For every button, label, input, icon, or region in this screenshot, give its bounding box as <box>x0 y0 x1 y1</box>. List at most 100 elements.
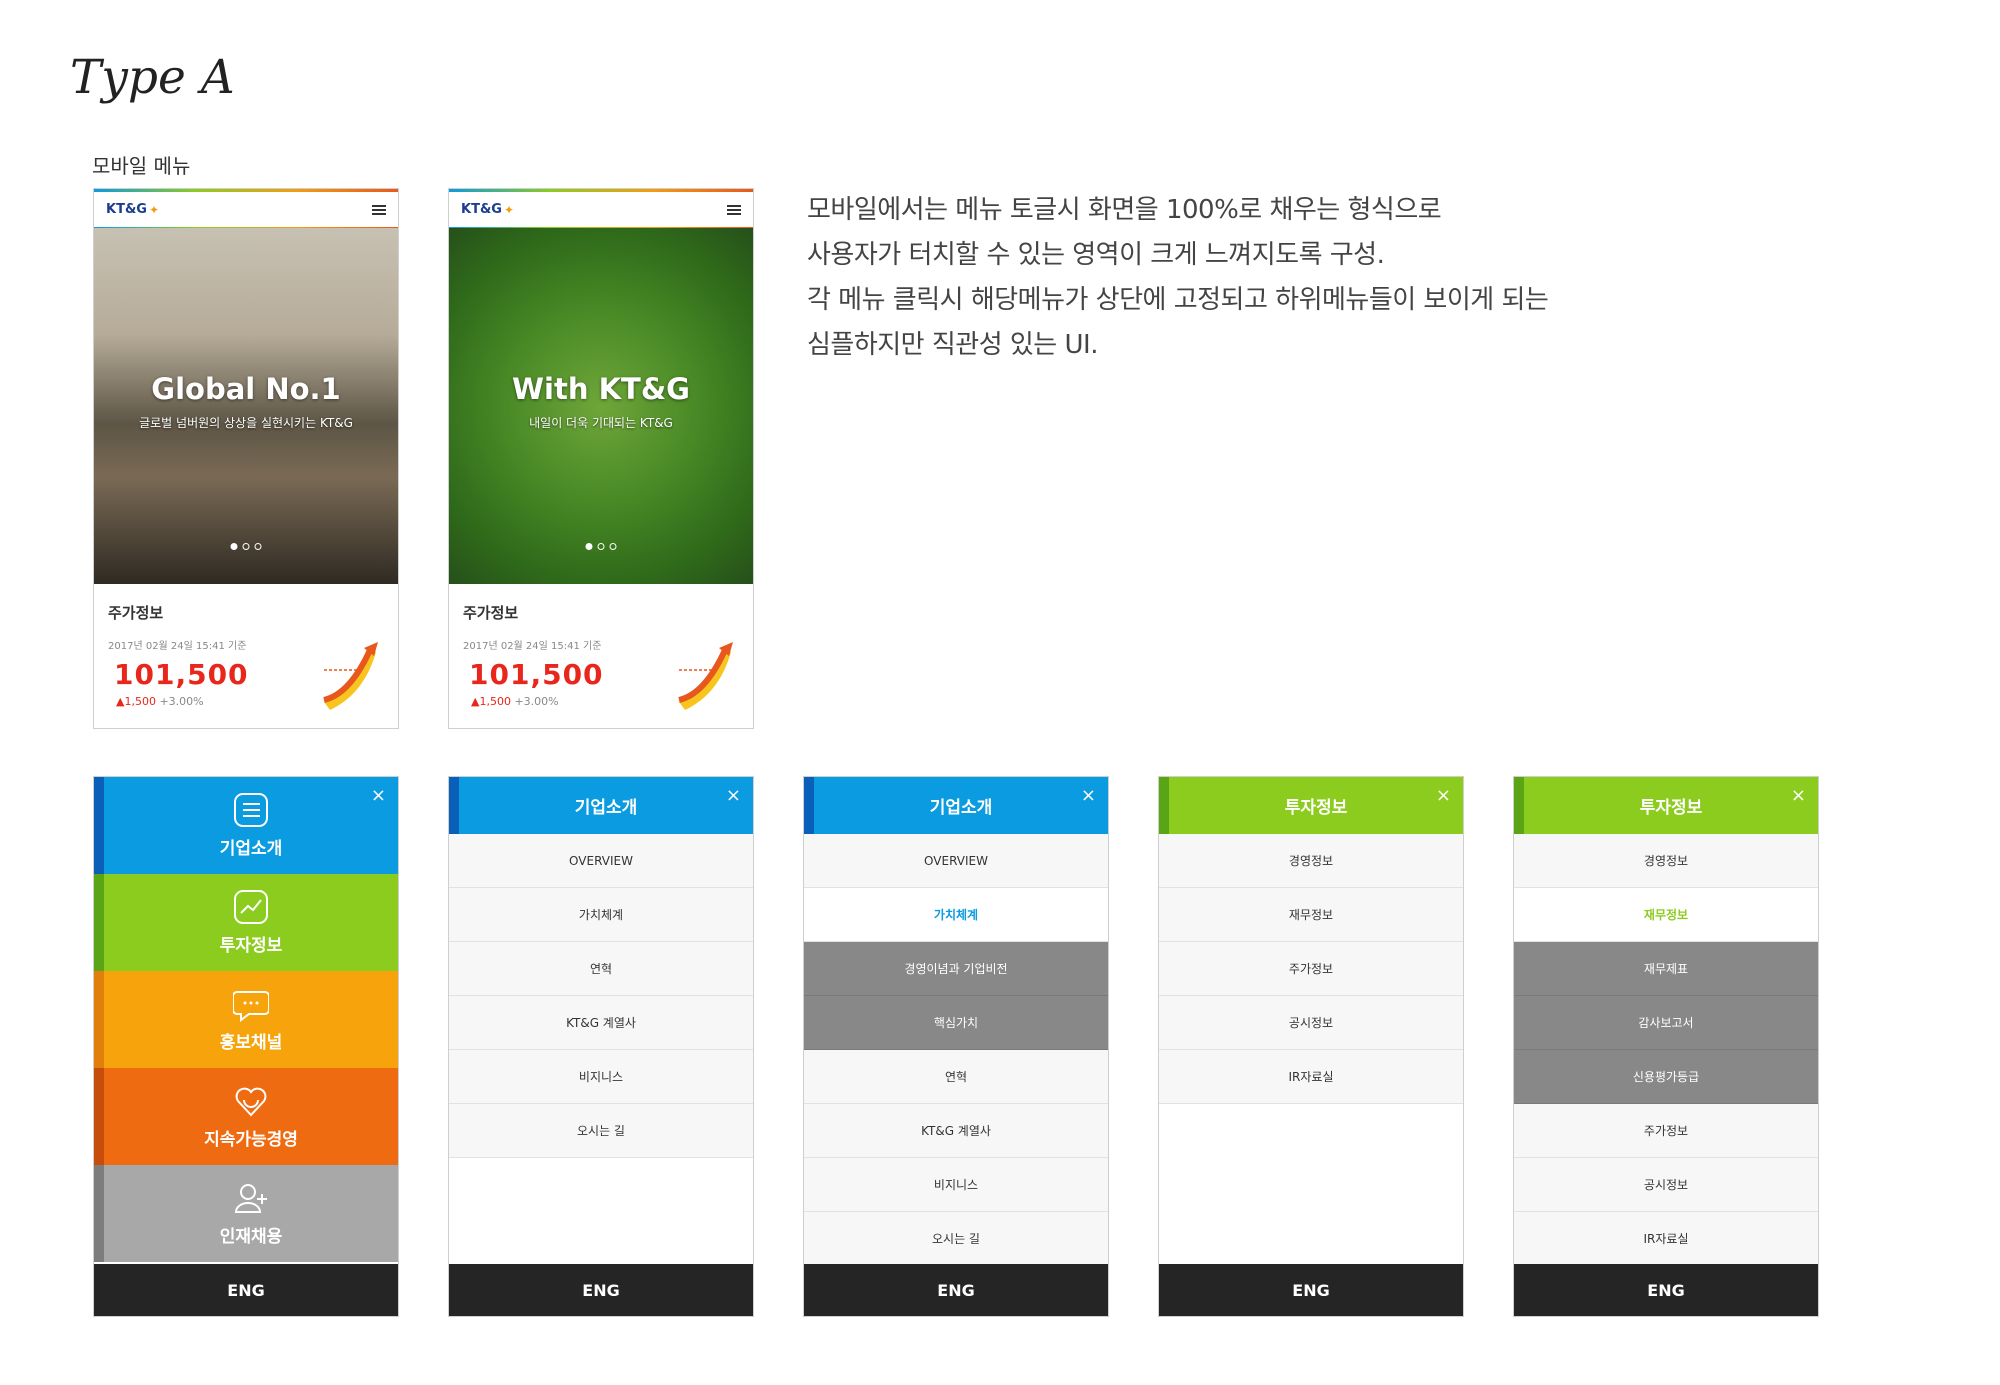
menu-header[interactable]: 투자정보 × <box>1514 777 1818 834</box>
logo-text: KT&G <box>461 202 502 217</box>
carousel-dot[interactable] <box>609 543 617 550</box>
tile-company[interactable]: × 기업소개 <box>94 777 398 874</box>
menu-tiles-panel: × 기업소개 투자정보 홍보채널 지속가능경영 인재채용 ENG <box>93 776 399 1317</box>
description-line: 심플하지만 직관성 있는 UI. <box>807 330 1098 360</box>
tile-investment[interactable]: 투자정보 <box>94 874 398 971</box>
hamburger-menu-icon[interactable] <box>372 204 386 215</box>
carousel-dots[interactable] <box>585 543 617 550</box>
menu-item-active[interactable]: 재무정보 <box>1514 888 1818 942</box>
menu-item[interactable]: 연혁 <box>804 1050 1108 1104</box>
description-line: 각 메뉴 클릭시 해당메뉴가 상단에 고정되고 하위메뉴들이 보이게 되는 <box>807 285 1549 315</box>
phone-mockup-1: KT&G ✦ Global No.1 글로벌 넘버원의 상상을 실현시키는 KT&… <box>93 188 399 729</box>
stock-info[interactable]: 주가정보 2017년 02월 24일 15:41 기준 101,500 ▲1,5… <box>449 584 753 728</box>
menu-item[interactable]: IR자료실 <box>1514 1212 1818 1266</box>
page-title: Type A <box>70 50 235 105</box>
hamburger-menu-icon[interactable] <box>727 204 741 215</box>
tile-label: 기업소개 <box>219 839 283 859</box>
eng-button[interactable]: ENG <box>804 1264 1108 1316</box>
carousel-dot[interactable] <box>585 543 593 550</box>
ktg-logo[interactable]: KT&G ✦ <box>461 202 514 217</box>
tile-label: 인재채용 <box>219 1227 283 1247</box>
menu-item[interactable]: 오시는 길 <box>804 1212 1108 1266</box>
submenu-item[interactable]: 재무제표 <box>1514 942 1818 996</box>
tile-recruit[interactable]: 인재채용 <box>94 1165 398 1262</box>
carousel-dot[interactable] <box>242 543 250 550</box>
menu-header-label: 투자정보 <box>1284 798 1348 818</box>
close-icon[interactable]: × <box>726 785 741 806</box>
eng-button[interactable]: ENG <box>449 1264 753 1316</box>
menu-item[interactable]: 경영정보 <box>1159 834 1463 888</box>
menu-header-label: 투자정보 <box>1639 798 1703 818</box>
menu-header[interactable]: 기업소개 × <box>804 777 1108 834</box>
carousel-dot[interactable] <box>254 543 262 550</box>
submenu-item[interactable]: 신용평가등급 <box>1514 1050 1818 1104</box>
logo-text: KT&G <box>106 202 147 217</box>
stock-change-value: ▲1,500 <box>471 695 511 708</box>
close-icon[interactable]: × <box>1081 785 1096 806</box>
close-icon[interactable]: × <box>1791 785 1806 806</box>
menu-company-expanded-panel: 기업소개 × OVERVIEW 가치체계 경영이념과 기업비전 핵심가치 연혁 … <box>803 776 1109 1317</box>
topbar: KT&G ✦ <box>94 189 398 228</box>
carousel-dot[interactable] <box>230 543 238 550</box>
menu-item[interactable]: 가치체계 <box>449 888 753 942</box>
menu-item[interactable]: OVERVIEW <box>804 834 1108 888</box>
menu-item[interactable]: KT&G 계열사 <box>449 996 753 1050</box>
menu-item[interactable]: 연혁 <box>449 942 753 996</box>
description-line: 사용자가 터치할 수 있는 영역이 크게 느껴지도록 구성. <box>807 240 1385 270</box>
hero-title: Global No.1 <box>151 371 341 406</box>
topbar: KT&G ✦ <box>449 189 753 228</box>
stock-chart-icon <box>678 642 733 710</box>
hero-subtitle: 내일이 더욱 기대되는 KT&G <box>529 415 673 430</box>
menu-item[interactable]: 비지니스 <box>804 1158 1108 1212</box>
chat-bubble-icon <box>233 991 269 1022</box>
menu-item[interactable]: 경영정보 <box>1514 834 1818 888</box>
hero-subtitle: 글로벌 넘버원의 상상을 실현시키는 KT&G <box>139 415 353 430</box>
tile-label: 홍보채널 <box>219 1033 283 1053</box>
description-line: 모바일에서는 메뉴 토글시 화면을 100%로 채우는 형식으로 <box>807 195 1442 225</box>
spark-icon: ✦ <box>503 202 515 217</box>
carousel-dot[interactable] <box>597 543 605 550</box>
menu-item-active[interactable]: 가치체계 <box>804 888 1108 942</box>
spark-icon: ✦ <box>148 202 160 217</box>
tile-sustainability[interactable]: 지속가능경영 <box>94 1068 398 1165</box>
eng-button[interactable]: ENG <box>1159 1264 1463 1316</box>
chart-icon <box>234 890 268 924</box>
hero-banner[interactable]: Global No.1 글로벌 넘버원의 상상을 실현시키는 KT&G <box>94 228 398 584</box>
add-user-icon <box>234 1184 267 1213</box>
menu-company-panel: 기업소개 × OVERVIEW 가치체계 연혁 KT&G 계열사 비지니스 오시… <box>448 776 754 1317</box>
stock-title: 주가정보 <box>463 604 519 622</box>
menu-header-label: 기업소개 <box>929 798 993 818</box>
menu-item[interactable]: 공시정보 <box>1514 1158 1818 1212</box>
menu-item[interactable]: 주가정보 <box>1514 1104 1818 1158</box>
menu-item[interactable]: 주가정보 <box>1159 942 1463 996</box>
submenu-item[interactable]: 경영이념과 기업비전 <box>804 942 1108 996</box>
hero-title: With KT&G <box>512 371 690 406</box>
stock-change-value: ▲1,500 <box>116 695 156 708</box>
menu-item[interactable]: 재무정보 <box>1159 888 1463 942</box>
menu-item[interactable]: OVERVIEW <box>449 834 753 888</box>
menu-item[interactable]: KT&G 계열사 <box>804 1104 1108 1158</box>
tile-pr[interactable]: 홍보채널 <box>94 971 398 1068</box>
eng-button[interactable]: ENG <box>94 1264 398 1316</box>
eng-button[interactable]: ENG <box>1514 1264 1818 1316</box>
ktg-logo[interactable]: KT&G ✦ <box>106 202 159 217</box>
carousel-dots[interactable] <box>230 543 262 550</box>
stock-change-pct: +3.00% <box>159 695 204 708</box>
menu-investment-expanded-panel: 투자정보 × 경영정보 재무정보 재무제표 감사보고서 신용평가등급 주가정보 … <box>1513 776 1819 1317</box>
heart-icon <box>235 1087 267 1117</box>
menu-item[interactable]: 공시정보 <box>1159 996 1463 1050</box>
menu-item[interactable]: 비지니스 <box>449 1050 753 1104</box>
menu-investment-panel: 투자정보 × 경영정보 재무정보 주가정보 공시정보 IR자료실 ENG <box>1158 776 1464 1317</box>
submenu-item[interactable]: 감사보고서 <box>1514 996 1818 1050</box>
menu-item[interactable]: IR자료실 <box>1159 1050 1463 1104</box>
close-icon[interactable]: × <box>371 785 386 806</box>
close-icon[interactable]: × <box>1436 785 1451 806</box>
menu-header[interactable]: 기업소개 × <box>449 777 753 834</box>
tile-label: 투자정보 <box>219 936 283 956</box>
phone-mockup-2: KT&G ✦ With KT&G 내일이 더욱 기대되는 KT&G 주가정보 20… <box>448 188 754 729</box>
menu-item[interactable]: 오시는 길 <box>449 1104 753 1158</box>
menu-header[interactable]: 투자정보 × <box>1159 777 1463 834</box>
submenu-item[interactable]: 핵심가치 <box>804 996 1108 1050</box>
hero-banner[interactable]: With KT&G 내일이 더욱 기대되는 KT&G <box>449 228 753 584</box>
stock-info[interactable]: 주가정보 2017년 02월 24일 15:41 기준 101,500 ▲1,5… <box>94 584 398 728</box>
